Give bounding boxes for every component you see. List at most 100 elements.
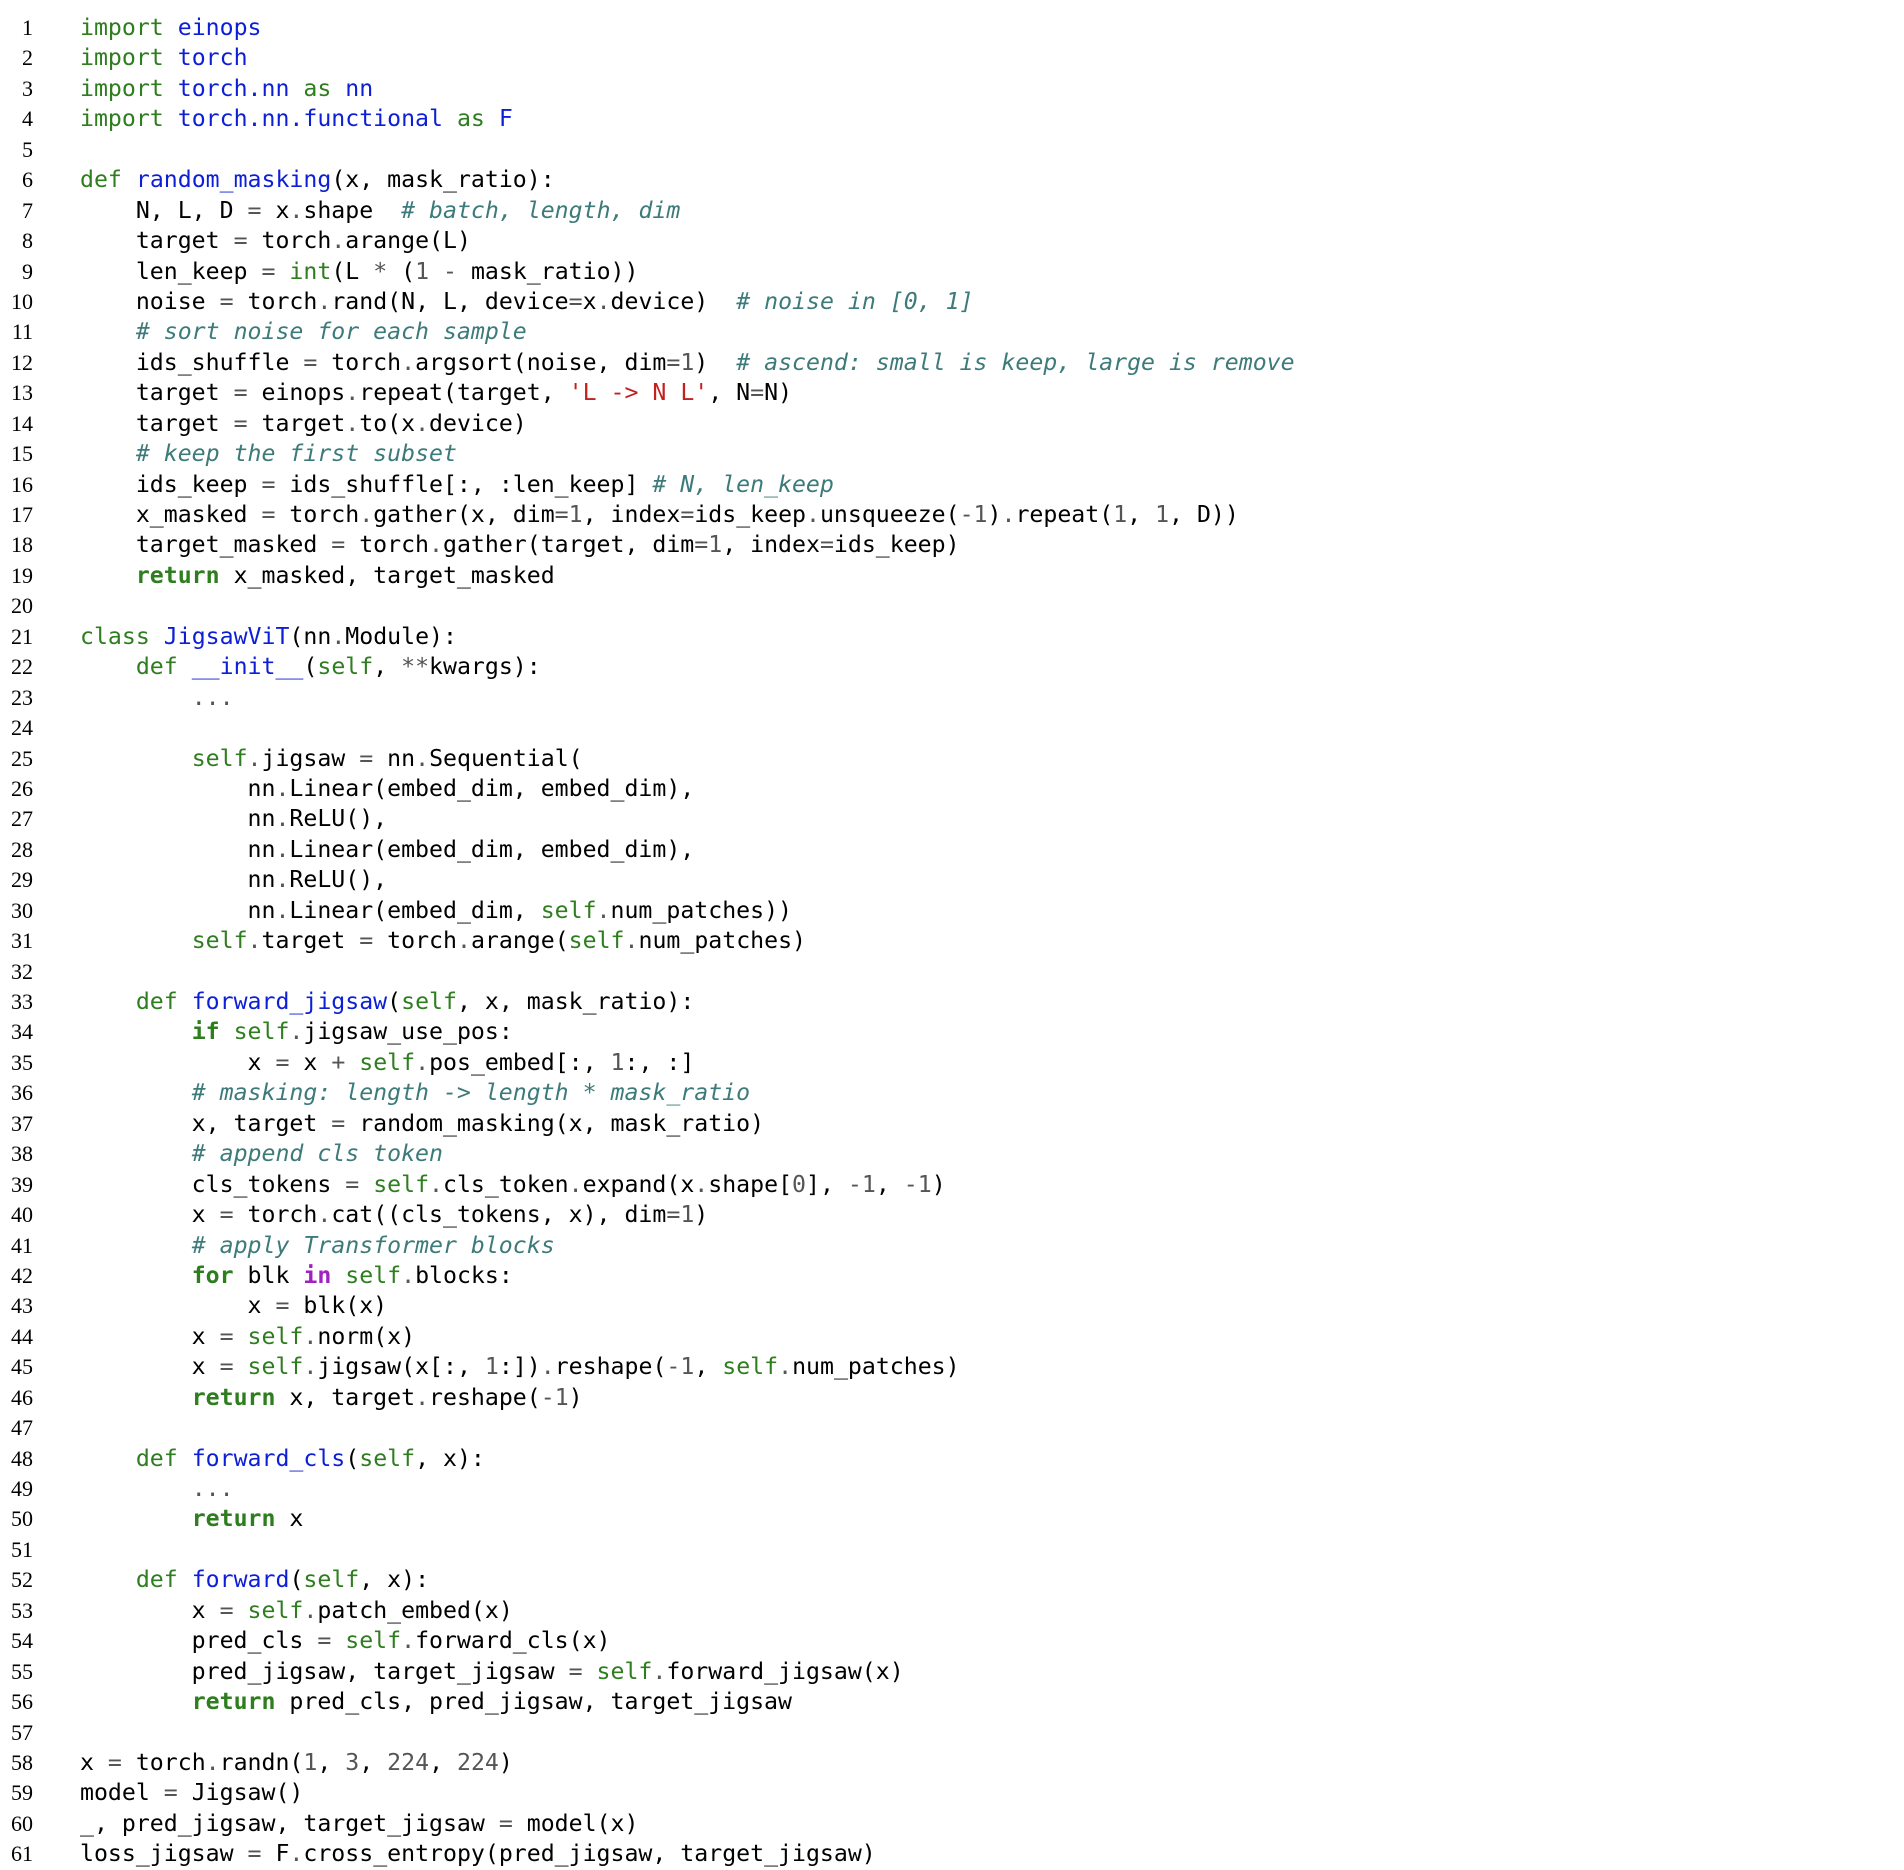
- code-line: 56 return pred_cls, pred_jigsaw, target_…: [0, 1687, 1904, 1717]
- operator-token: =: [219, 1353, 234, 1381]
- line-code: cls_tokens = self.cls_token.expand(x.sha…: [80, 1170, 946, 1200]
- code-token: :, :]: [624, 1048, 695, 1076]
- code-token: pred_cls, pred_jigsaw, target_jigsaw: [275, 1688, 792, 1716]
- line-code: target = einops.repeat(target, 'L -> N L…: [80, 378, 792, 408]
- keyword-token: def: [80, 166, 122, 194]
- line-number: 50: [11, 1506, 33, 1532]
- code-token: reshape(: [554, 1353, 667, 1381]
- operator-token: .: [331, 622, 346, 650]
- code-line: 27 nn.ReLU(),: [0, 804, 1904, 834]
- number-token: 1: [568, 501, 583, 528]
- code-token: forward_jigsaw(x): [666, 1657, 904, 1685]
- line-number: 61: [11, 1841, 33, 1867]
- code-token: x, target: [275, 1383, 416, 1411]
- operator-token: =: [275, 1292, 290, 1320]
- keyword-token: return: [191, 1505, 276, 1533]
- comment-token: # sort noise for each sample: [135, 318, 527, 346]
- code-token: x: [80, 1048, 276, 1076]
- code-line: 21 class JigsawViT(nn.Module):: [0, 622, 1904, 652]
- line-code: nn.Linear(embed_dim, embed_dim),: [80, 774, 695, 804]
- line-code: noise = torch.rand(N, L, device=x.device…: [80, 287, 974, 317]
- code-line: 54 pred_cls = self.forward_cls(x): [0, 1626, 1904, 1656]
- code-token: (L: [331, 257, 374, 285]
- code-line: 46 return x, target.reshape(-1): [0, 1383, 1904, 1413]
- line-number: 20: [11, 593, 33, 619]
- code-line: 52 def forward(self, x):: [0, 1565, 1904, 1595]
- line-number: 11: [11, 319, 33, 345]
- line-number: 22: [11, 654, 33, 680]
- operator-token: =: [219, 1322, 234, 1350]
- code-line: 43 x = blk(x): [0, 1291, 1904, 1321]
- code-token: gather(x, dim: [373, 501, 555, 528]
- line-code: # keep the first subset: [80, 439, 457, 469]
- operator-token: .: [429, 1170, 443, 1198]
- number-token: 1: [610, 1048, 625, 1076]
- line-code: pred_jigsaw, target_jigsaw = self.forwar…: [80, 1657, 904, 1687]
- operator-token: =: [261, 257, 276, 285]
- keyword-token: class: [80, 622, 150, 650]
- code-token: :]): [498, 1353, 541, 1381]
- code-line: 51: [0, 1535, 1904, 1565]
- code-token: ,: [359, 1748, 388, 1776]
- line-code: target_masked = torch.gather(target, dim…: [80, 530, 960, 560]
- comment-token: # N, len_keep: [652, 470, 834, 498]
- keyword-token: def: [135, 988, 178, 1015]
- code-token: , index: [582, 501, 681, 528]
- code-token: einops: [247, 379, 346, 407]
- code-token: ids_keep: [80, 470, 262, 498]
- operator-token: .: [415, 1048, 430, 1076]
- code-token: nn: [80, 805, 276, 833]
- code-token: x: [275, 1505, 304, 1533]
- line-number: 46: [11, 1384, 33, 1410]
- operator-token: =: [498, 1809, 513, 1837]
- code-line: 4 import torch.nn.functional as F: [0, 104, 1904, 134]
- code-line: 44 x = self.norm(x): [0, 1322, 1904, 1352]
- operator-token: .: [275, 835, 290, 863]
- code-token: target_masked: [80, 531, 332, 559]
- number-token: 1: [708, 531, 723, 559]
- line-code: ids_shuffle = torch.argsort(noise, dim=1…: [80, 348, 1295, 378]
- code-line: 11 # sort noise for each sample: [0, 317, 1904, 347]
- string-token: 'L -> N L': [568, 379, 709, 407]
- number-token: 1: [415, 257, 430, 285]
- line-code: model = Jigsaw(): [80, 1778, 303, 1808]
- line-code: x = blk(x): [80, 1291, 388, 1321]
- code-line: 28 nn.Linear(embed_dim, embed_dim),: [0, 835, 1904, 865]
- code-token: arange(L): [345, 227, 471, 255]
- code-token: rand(N, L, device: [331, 287, 569, 315]
- operator-token: -: [666, 1353, 681, 1381]
- code-token: (: [345, 1444, 360, 1472]
- code-line: 25 self.jigsaw = nn.Sequential(: [0, 744, 1904, 774]
- operator-token: .: [303, 1353, 318, 1381]
- line-code: x, target = random_masking(x, mask_ratio…: [80, 1109, 764, 1139]
- code-token: device): [429, 409, 527, 437]
- line-code: def forward_cls(self, x):: [80, 1444, 485, 1474]
- line-code: # apply Transformer blocks: [80, 1231, 555, 1261]
- keyword-token: as: [303, 74, 332, 102]
- operator-token: =: [694, 531, 709, 559]
- keyword-token: self: [540, 896, 597, 924]
- code-token: repeat(target,: [359, 379, 569, 407]
- code-token: ): [931, 1170, 946, 1198]
- code-token: Jigsaw(): [177, 1779, 304, 1807]
- operator-token: =: [331, 1109, 346, 1137]
- line-number: 15: [11, 441, 33, 467]
- line-code: x = self.patch_embed(x): [80, 1596, 513, 1626]
- function-name-token: random_masking: [135, 166, 332, 194]
- code-token: (: [289, 1566, 304, 1594]
- line-code: import torch.nn as nn: [80, 74, 373, 104]
- code-token: _, pred_jigsaw, target_jigsaw: [80, 1809, 499, 1837]
- operator-token: -: [903, 1170, 918, 1198]
- keyword-token: self: [191, 744, 248, 772]
- code-line: 34 if self.jigsaw_use_pos:: [0, 1017, 1904, 1047]
- code-line: 59 model = Jigsaw(): [0, 1778, 1904, 1808]
- operator-token: .: [568, 1170, 583, 1198]
- code-token: target: [80, 409, 234, 437]
- line-number: 59: [11, 1780, 33, 1806]
